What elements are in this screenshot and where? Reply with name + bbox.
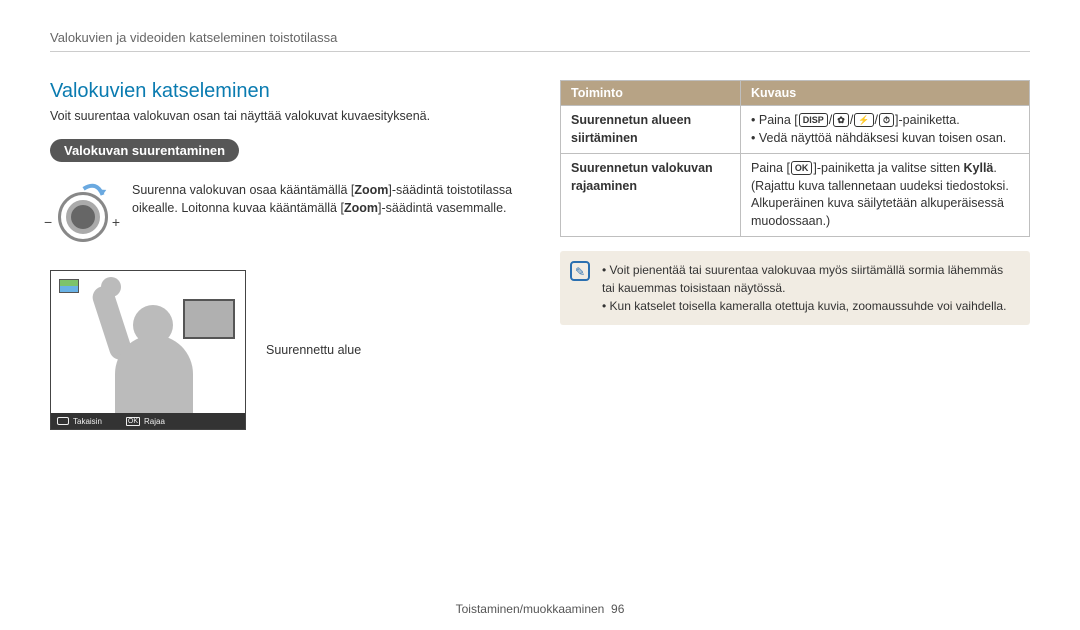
ok-button-icon: OK xyxy=(126,417,140,426)
minus-icon: − xyxy=(44,214,52,230)
row0-label: Suurennetun alueen siirtäminen xyxy=(561,106,741,154)
preview-screen: Takaisin OK Rajaa xyxy=(50,270,246,430)
plus-icon: + xyxy=(112,214,120,230)
zoom-dial-icon: − + xyxy=(50,182,116,248)
row1-label: Suurennetun valokuvan rajaaminen xyxy=(561,154,741,237)
zoomed-region-box xyxy=(183,299,235,339)
left-column: Valokuvien katseleminen Voit suurentaa v… xyxy=(50,80,520,430)
back-button-icon xyxy=(57,417,69,425)
flash-icon: ⚡ xyxy=(854,113,873,127)
zoom-instructions-block: − + Suurenna valokuvan osaa kääntämällä … xyxy=(50,182,520,248)
note-icon: ✎ xyxy=(570,261,590,281)
ok-icon: OK xyxy=(791,161,813,175)
timer-icon: ⏱ xyxy=(879,113,894,127)
note-box: ✎ Voit pienentää tai suurentaa valokuvaa… xyxy=(560,251,1030,325)
th-desc: Kuvaus xyxy=(741,81,1030,106)
back-label: Takaisin xyxy=(73,417,102,426)
page-title: Valokuvien katseleminen xyxy=(50,80,520,103)
table-row: Suurennetun alueen siirtäminen Paina [DI… xyxy=(561,106,1030,154)
preview-caption: Suurennettu alue xyxy=(266,343,361,357)
th-function: Toiminto xyxy=(561,81,741,106)
macro-icon: ✿ xyxy=(833,113,849,127)
intro-text: Voit suurentaa valokuvan osan tai näyttä… xyxy=(50,109,520,123)
table-row: Suurennetun valokuvan rajaaminen Paina [… xyxy=(561,154,1030,237)
preview-silhouette xyxy=(71,275,221,415)
right-column: Toiminto Kuvaus Suurennetun alueen siirt… xyxy=(560,80,1030,430)
preview-block: Takaisin OK Rajaa Suurennettu alue xyxy=(50,270,520,430)
breadcrumb: Valokuvien ja videoiden katseleminen toi… xyxy=(50,30,1030,52)
page-footer: Toistaminen/muokkaaminen 96 xyxy=(0,602,1080,616)
section-pill: Valokuvan suurentaminen xyxy=(50,139,239,162)
row0-desc: Paina [DISP/✿/⚡/⏱]-painiketta. Vedä näyt… xyxy=(741,106,1030,154)
disp-icon: DISP xyxy=(799,113,828,127)
preview-footer: Takaisin OK Rajaa xyxy=(51,413,245,429)
zoom-text: Suurenna valokuvan osaa kääntämällä [Zoo… xyxy=(132,182,520,217)
crop-label: Rajaa xyxy=(144,417,165,426)
note-item: Kun katselet toisella kameralla otettuja… xyxy=(602,297,1018,315)
note-item: Voit pienentää tai suurentaa valokuvaa m… xyxy=(602,261,1018,297)
row1-desc: Paina [OK]-painiketta ja valitse sitten … xyxy=(741,154,1030,237)
function-table: Toiminto Kuvaus Suurennetun alueen siirt… xyxy=(560,80,1030,237)
content-columns: Valokuvien katseleminen Voit suurentaa v… xyxy=(50,80,1030,430)
